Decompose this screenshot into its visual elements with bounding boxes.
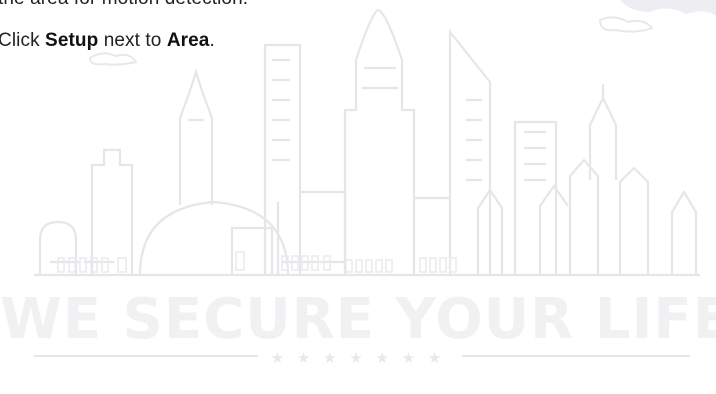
instruction-prefix: Click <box>0 30 46 51</box>
instruction-line-1: the area for motion detection. <box>0 0 248 10</box>
setup-label: Setup <box>45 30 99 51</box>
instruction-suffix: . <box>209 30 215 51</box>
area-label: Area <box>166 30 210 51</box>
instruction-line-2: Click Setup next to Area. <box>0 30 215 52</box>
instruction-middle: next to <box>98 30 167 51</box>
watermark-slogan: WE SECURE YOUR LIFE <box>0 287 716 352</box>
